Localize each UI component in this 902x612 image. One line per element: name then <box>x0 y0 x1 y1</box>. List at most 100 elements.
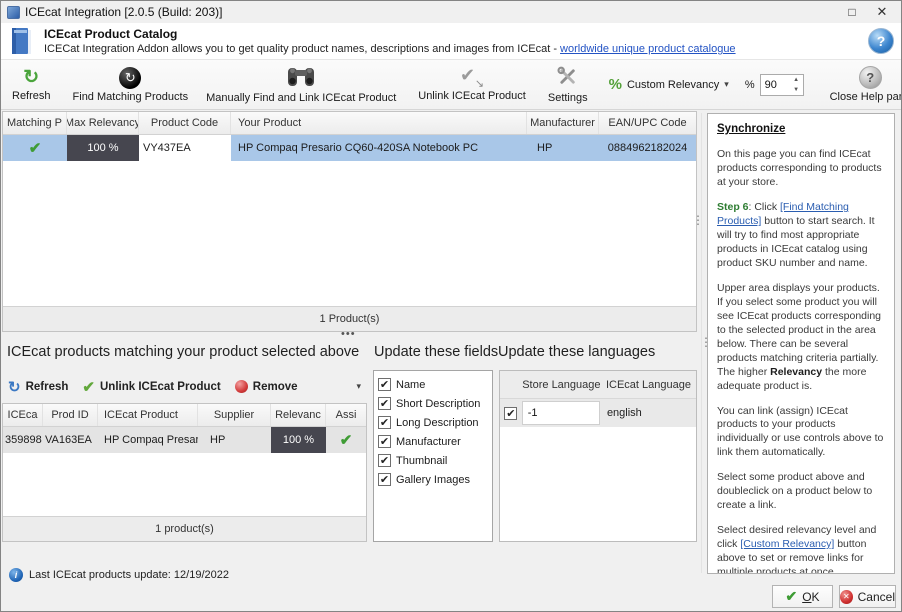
update-fields-title: Update these fields <box>374 344 498 360</box>
field-option-name[interactable]: ✔ Name <box>378 375 492 394</box>
matching-cell[interactable]: ✔ <box>3 135 67 161</box>
icecat-id-cell[interactable]: 359898 <box>3 427 43 453</box>
percent-label: % <box>745 79 755 91</box>
checkbox-checked-icon[interactable]: ✔ <box>378 397 391 410</box>
checkbox-checked-icon[interactable]: ✔ <box>378 435 391 448</box>
relevancy-input[interactable]: 90 <box>761 75 790 95</box>
icecat-integration-window: ICEcat Integration [2.0.5 (Build: 203)] … <box>0 0 902 612</box>
col-relevancy[interactable]: Relevanc <box>271 404 326 426</box>
col-max-relevancy[interactable]: Max Relevancy <box>67 112 139 134</box>
matches-grid: ICEca Prod ID ICEcat Product Supplier Re… <box>2 403 367 542</box>
close-button[interactable]: ✕ <box>867 2 897 22</box>
col-your-product[interactable]: Your Product <box>231 112 527 134</box>
col-icecat-product[interactable]: ICEcat Product <box>98 404 198 426</box>
col-matching[interactable]: Matching P <box>3 112 67 134</box>
field-label[interactable]: Gallery Images <box>396 474 470 486</box>
manufacturer-cell[interactable]: HP <box>527 135 599 161</box>
assigned-cell[interactable]: ✔ <box>326 427 366 453</box>
maximize-button[interactable]: □ <box>837 2 867 22</box>
products-grid-header: Matching P Max Relevancy Product Code Yo… <box>3 112 696 135</box>
checkbox-checked-icon[interactable]: ✔ <box>378 473 391 486</box>
catalog-link[interactable]: worldwide unique product catalogue <box>560 43 736 55</box>
col-assigned[interactable]: Assi <box>326 404 366 426</box>
field-option-manufacturer[interactable]: ✔ Manufacturer <box>378 432 492 451</box>
close-help-pane-button[interactable]: ? Close Help pane <box>816 61 902 108</box>
col-prod-id[interactable]: Prod ID <box>43 404 98 426</box>
help-icon[interactable]: ? <box>868 28 894 54</box>
cancel-icon: ✕ <box>840 590 853 604</box>
refresh-button[interactable]: ↻ Refresh <box>3 61 60 108</box>
col-store-language[interactable]: Store Language <box>522 379 601 391</box>
last-update-text: Last ICEcat products update: 12/19/2022 <box>29 569 229 581</box>
ok-accel: O <box>802 590 811 604</box>
field-label[interactable]: Thumbnail <box>396 455 447 467</box>
matches-remove-button[interactable]: Remove <box>230 378 303 395</box>
matches-panel-title: ICEcat products matching your product se… <box>7 344 359 360</box>
remove-icon <box>235 380 248 393</box>
manually-find-link-button[interactable]: Manually Find and Link ICEcat Product <box>197 61 405 108</box>
unlink-product-button[interactable]: ✔ ↘ Unlink ICEcat Product <box>409 61 535 108</box>
relevancy-spinner-group: % 90 ▲ ▼ <box>737 61 812 108</box>
max-relevancy-cell[interactable]: 100 % <box>67 135 139 161</box>
horizontal-splitter-grip[interactable]: ••• <box>341 328 356 340</box>
match-row[interactable]: 359898 VA163EA HP Compaq Presario HP 100… <box>3 427 366 453</box>
vertical-splitter-grip[interactable]: ⋮ <box>692 213 704 227</box>
your-product-cell[interactable]: HP Compaq Presario CQ60-420SA Notebook P… <box>231 135 527 161</box>
checkbox-checked-icon[interactable]: ✔ <box>378 416 391 429</box>
product-code-cell[interactable]: VY437EA <box>139 135 231 161</box>
page-title: ICEcat Product Catalog <box>44 25 736 41</box>
field-label[interactable]: Long Description <box>396 417 479 429</box>
matches-refresh-button[interactable]: ↻ Refresh <box>3 376 73 398</box>
supplier-cell[interactable]: HP <box>198 427 271 453</box>
assigned-check-icon: ✔ <box>340 431 353 449</box>
languages-header: Store Language ICEcat Language <box>500 371 696 399</box>
field-label[interactable]: Short Description <box>396 398 480 410</box>
prod-id-cell[interactable]: VA163EA <box>43 427 98 453</box>
col-icecat-id[interactable]: ICEca <box>3 404 43 426</box>
matches-grid-header: ICEca Prod ID ICEcat Product Supplier Re… <box>3 404 366 427</box>
language-row[interactable]: ✔ -1 english <box>500 399 696 427</box>
field-option-gallery-images[interactable]: ✔ Gallery Images <box>378 470 492 489</box>
col-icecat-language[interactable]: ICEcat Language <box>601 379 696 391</box>
checkbox-checked-icon[interactable]: ✔ <box>378 454 391 467</box>
checkbox-checked-icon[interactable]: ✔ <box>504 407 517 420</box>
toolbar-overflow-icon[interactable]: ▾ <box>356 381 361 392</box>
store-language-cell-wrap: -1 <box>522 401 601 425</box>
product-row[interactable]: ✔ 100 % VY437EA HP Compaq Presario CQ60-… <box>3 135 696 161</box>
page-header: ICEcat Product Catalog ICECat Integratio… <box>1 23 901 59</box>
ok-button[interactable]: ✔ OK <box>772 585 833 608</box>
pane-divider <box>701 113 702 573</box>
help-paragraph: Select some product above and doubleclic… <box>717 471 886 513</box>
unlink-icon: ✔ ↘ <box>460 68 484 88</box>
checkbox-checked-icon[interactable]: ✔ <box>378 378 391 391</box>
field-option-thumbnail[interactable]: ✔ Thumbnail <box>378 451 492 470</box>
icecat-product-cell[interactable]: HP Compaq Presario <box>98 427 198 453</box>
store-language-cell[interactable]: -1 <box>522 401 600 425</box>
matches-unlink-button[interactable]: ✔ Unlink ICEcat Product <box>77 376 225 398</box>
custom-relevancy-link[interactable]: [Custom Relevancy] <box>740 538 834 550</box>
col-manufacturer[interactable]: Manufacturer <box>527 112 599 134</box>
col-product-code[interactable]: Product Code <box>139 112 231 134</box>
ean-upc-cell[interactable]: 0884962182024 <box>599 135 696 161</box>
settings-button[interactable]: Settings <box>539 61 597 108</box>
custom-relevancy-button[interactable]: % Custom Relevancy ▾ <box>601 61 737 108</box>
field-label[interactable]: Manufacturer <box>396 436 461 448</box>
find-matching-icon: ↻ <box>119 67 141 89</box>
icecat-language-cell[interactable]: english <box>601 407 696 419</box>
field-label[interactable]: Name <box>396 379 425 391</box>
spinner-down-icon[interactable]: ▼ <box>790 85 803 95</box>
percent-icon: % <box>609 76 622 93</box>
relevancy-cell[interactable]: 100 % <box>271 427 326 453</box>
spinner-up-icon[interactable]: ▲ <box>790 75 803 85</box>
spinner-buttons: ▲ ▼ <box>790 75 803 95</box>
find-matching-products-button[interactable]: ↻ Find Matching Products <box>64 61 198 108</box>
field-option-short-description[interactable]: ✔ Short Description <box>378 394 492 413</box>
field-option-long-description[interactable]: ✔ Long Description <box>378 413 492 432</box>
matches-toolbar: ↻ Refresh ✔ Unlink ICEcat Product Remove… <box>3 373 367 400</box>
header-text: ICEcat Product Catalog ICECat Integratio… <box>44 25 736 55</box>
col-ean-upc[interactable]: EAN/UPC Code <box>599 112 696 134</box>
page-subtitle-text: ICECat Integration Addon allows you to g… <box>44 43 560 55</box>
matches-unlink-label: Unlink ICEcat Product <box>100 381 221 393</box>
col-supplier[interactable]: Supplier <box>198 404 271 426</box>
cancel-button[interactable]: ✕ Cancel <box>839 585 896 608</box>
